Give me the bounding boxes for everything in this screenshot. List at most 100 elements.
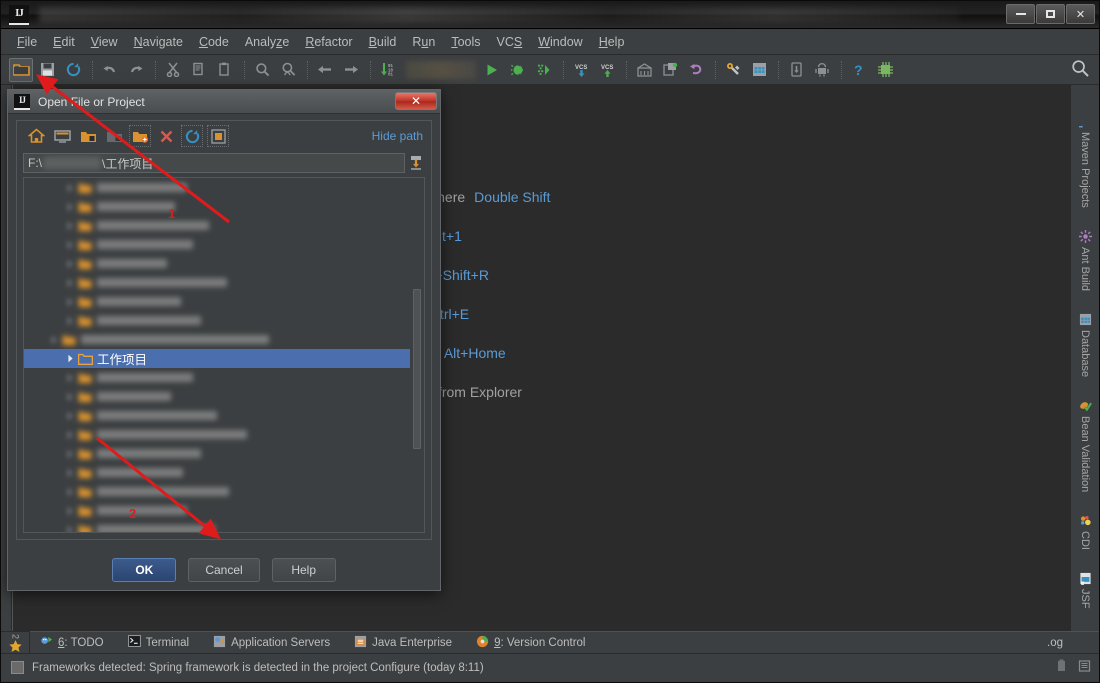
compile-icon[interactable]: 01 10 01 [376, 58, 400, 82]
file-tree-row[interactable] [24, 254, 410, 273]
menu-item-code[interactable]: Code [191, 32, 237, 52]
history-dropdown-icon[interactable] [409, 155, 425, 171]
tool-window-button-9-version-control[interactable]: 9: Version Control [476, 635, 585, 651]
expand-arrow-icon[interactable] [64, 410, 76, 422]
dialog-close-button[interactable]: ✕ [395, 92, 437, 110]
maximize-button[interactable] [1036, 4, 1065, 24]
menu-item-run[interactable]: Run [404, 32, 443, 52]
run-configuration-selector[interactable] [406, 60, 476, 79]
expand-arrow-icon[interactable] [64, 505, 76, 517]
expand-arrow-icon[interactable] [64, 353, 76, 365]
sdk-manager-icon[interactable] [810, 58, 834, 82]
synchronize-icon[interactable] [61, 58, 85, 82]
tool-window-tab-cdi[interactable]: CDI [1079, 508, 1092, 556]
menu-item-window[interactable]: Window [530, 32, 590, 52]
replace-icon[interactable] [276, 58, 300, 82]
menu-item-navigate[interactable]: Navigate [126, 32, 191, 52]
file-tree-scrollbar[interactable] [411, 179, 423, 531]
expand-arrow-icon[interactable] [64, 277, 76, 289]
toolwindow-right-label[interactable]: .og [1047, 637, 1063, 649]
copy-icon[interactable] [187, 58, 211, 82]
expand-arrow-icon[interactable] [64, 524, 76, 532]
show-hidden-icon[interactable] [207, 125, 229, 147]
file-tree-row[interactable] [24, 520, 410, 532]
file-tree-row[interactable] [24, 425, 410, 444]
menu-item-vcs[interactable]: VCS [489, 32, 531, 52]
file-tree-row[interactable] [24, 178, 410, 197]
debug-icon[interactable] [506, 58, 530, 82]
tool-window-button-6-todo[interactable]: 6: TODO [40, 635, 104, 651]
file-tree-row[interactable] [24, 216, 410, 235]
menu-item-edit[interactable]: Edit [45, 32, 83, 52]
cut-icon[interactable] [161, 58, 185, 82]
tool-window-tab-bean-validation[interactable]: Bean Validation [1079, 393, 1092, 498]
expand-arrow-icon[interactable] [64, 201, 76, 213]
expand-arrow-icon[interactable] [64, 486, 76, 498]
open-folder-icon[interactable] [9, 57, 33, 82]
file-tree-row[interactable] [24, 368, 410, 387]
plugin-icon[interactable] [873, 58, 897, 82]
expand-arrow-icon[interactable] [64, 467, 76, 479]
structure-icon[interactable] [632, 58, 656, 82]
expand-arrow-icon[interactable] [64, 182, 76, 194]
tool-window-button-terminal[interactable]: Terminal [127, 635, 189, 650]
avd-manager-icon[interactable] [784, 58, 808, 82]
event-log-icon[interactable] [11, 661, 24, 674]
find-icon[interactable] [250, 58, 274, 82]
expand-arrow-icon[interactable] [64, 296, 76, 308]
file-tree-row[interactable] [24, 482, 410, 501]
file-tree-row[interactable] [24, 273, 410, 292]
rollback-icon[interactable] [684, 58, 708, 82]
tool-window-tab-maven-projects[interactable]: m Maven Projects [1079, 109, 1092, 214]
project-dir-icon[interactable] [77, 125, 99, 147]
lock-icon[interactable] [1078, 659, 1091, 676]
expand-arrow-icon[interactable] [64, 315, 76, 327]
file-tree-row[interactable] [24, 387, 410, 406]
menu-item-view[interactable]: View [83, 32, 126, 52]
vcs-commit-icon[interactable]: VCS [595, 58, 619, 82]
tool-window-tab-jsf[interactable]: SF JSF [1079, 566, 1092, 615]
forward-arrow-icon[interactable] [339, 58, 363, 82]
expand-arrow-icon[interactable] [64, 258, 76, 270]
minimize-button[interactable] [1006, 4, 1035, 24]
settings-project-icon[interactable] [658, 58, 682, 82]
file-tree-row[interactable] [24, 235, 410, 254]
menu-item-tools[interactable]: Tools [443, 32, 488, 52]
desktop-icon[interactable] [51, 125, 73, 147]
file-tree-row[interactable] [24, 330, 410, 349]
paste-icon[interactable] [213, 58, 237, 82]
expand-arrow-icon[interactable] [64, 220, 76, 232]
database-table-icon[interactable] [747, 58, 771, 82]
expand-arrow-icon[interactable] [64, 391, 76, 403]
file-tree-row[interactable] [24, 292, 410, 311]
cancel-button[interactable]: Cancel [188, 558, 260, 582]
vcs-update-icon[interactable]: VCS [569, 58, 593, 82]
file-tree-row[interactable] [24, 311, 410, 330]
wrench-icon[interactable] [721, 58, 745, 82]
delete-icon[interactable] [155, 125, 177, 147]
menu-item-analyze[interactable]: Analyze [237, 32, 297, 52]
expand-arrow-icon[interactable] [48, 334, 60, 346]
file-tree[interactable]: 工作项目 [23, 177, 425, 533]
home-icon[interactable] [25, 125, 47, 147]
file-tree-row[interactable] [24, 463, 410, 482]
tool-window-tab-database[interactable]: Database [1079, 307, 1092, 383]
close-button[interactable]: ✕ [1066, 4, 1095, 24]
help-button[interactable]: Help [271, 558, 336, 582]
new-folder-icon[interactable] [129, 125, 151, 147]
tool-window-button-application-servers[interactable]: Application Servers [213, 635, 330, 651]
run-coverage-icon[interactable] [532, 58, 556, 82]
tool-window-tab-ant-build[interactable]: Ant Build [1078, 224, 1092, 297]
menu-item-refactor[interactable]: Refactor [297, 32, 360, 52]
expand-arrow-icon[interactable] [64, 239, 76, 251]
undo-arrow-icon[interactable] [98, 58, 122, 82]
file-tree-row-selected[interactable]: 工作项目 [24, 349, 410, 368]
file-tree-row[interactable] [24, 197, 410, 216]
help-icon[interactable]: ? [847, 58, 871, 82]
refresh-icon[interactable] [181, 125, 203, 147]
tool-window-button-java-enterprise[interactable]: Java Enterprise [354, 635, 452, 651]
redo-arrow-icon[interactable] [124, 58, 148, 82]
expand-arrow-icon[interactable] [64, 429, 76, 441]
scrollbar-thumb[interactable] [413, 289, 421, 449]
hide-path-link[interactable]: Hide path [372, 129, 423, 143]
